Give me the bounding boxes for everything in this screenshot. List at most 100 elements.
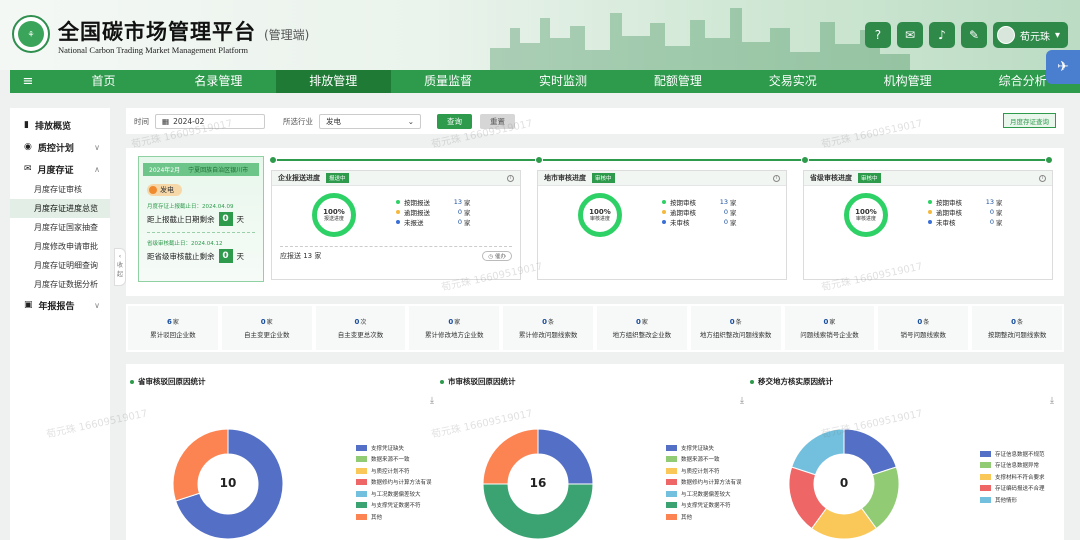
stat-card: 6家 累计驳回企业数 — [128, 306, 218, 350]
stat-unit: 条 — [1017, 319, 1024, 326]
legend-swatch — [980, 462, 991, 469]
sidebar-group-qc[interactable]: ◉ 质控计划 ∨ — [10, 136, 110, 158]
chart-legend: 存证信息数据不规范 存证信息数据异常 支撑材料不符合要求 存证编码报送不合理其他情形 — [980, 448, 1045, 506]
legend-item[interactable]: 支撑凭证缺失 — [356, 442, 432, 454]
legend-row: 未审核 0 家 — [662, 217, 742, 227]
title-dot-icon — [750, 379, 754, 384]
app-title-en: National Carbon Trading Market Managemen… — [58, 45, 249, 55]
legend-swatch — [666, 444, 677, 451]
legend-swatch — [980, 496, 991, 503]
legend-item[interactable]: 其他 — [666, 511, 742, 523]
legend-unit: 家 — [730, 209, 737, 217]
stat-unit: 条 — [548, 319, 555, 326]
sidebar-group-overview[interactable]: ▮ 排放概览 — [10, 114, 110, 136]
sidebar-group-label: 质控计划 — [37, 143, 74, 154]
header: ⚘ 全国碳市场管理平台 (管理端) National Carbon Tradin… — [0, 0, 1080, 70]
industry-select[interactable]: 发电 ⌄ — [319, 113, 421, 129]
download-icon[interactable]: ⤓ — [1050, 396, 1054, 406]
legend-item[interactable]: 支撑凭证缺失 — [666, 442, 742, 454]
legend-item[interactable]: 与质控计划不符 — [666, 465, 742, 477]
stat-number: 0 — [729, 318, 735, 326]
nav-item-institution[interactable]: 机构管理 — [850, 70, 965, 93]
stat-card: 0家 地方组织整改企业数 — [596, 306, 687, 350]
sidebar-item-modify-approval[interactable]: 月度修改申请审批 — [10, 237, 110, 256]
sidebar-group-annual[interactable]: ▣ 年报报告 ∨ — [10, 294, 110, 316]
legend-swatch — [980, 450, 991, 457]
legend-label: 数据修约与计算方法有误 — [681, 480, 742, 487]
sidebar-group-monthly[interactable]: ✉ 月度存证 ∧ — [10, 158, 110, 180]
info-icon[interactable]: i — [773, 174, 780, 182]
urge-button[interactable]: ◷ 催办 — [482, 251, 512, 261]
legend-item[interactable]: 与支撑凭证数据不符 — [666, 500, 742, 512]
legend-item[interactable]: 其他情形 — [980, 494, 1045, 506]
legend-dot — [396, 220, 400, 224]
time-label: 时间 — [134, 116, 149, 126]
legend-label: 其他情形 — [995, 497, 1018, 504]
user-menu[interactable]: 荀元珠 ▾ — [992, 22, 1068, 48]
edit-icon[interactable]: ✎ — [960, 22, 987, 48]
sidebar-item-detail-query[interactable]: 月度存证明细查询 — [10, 256, 110, 275]
status-badge: 审核中 — [592, 173, 615, 183]
stat-number: 0 — [917, 318, 923, 326]
legend-label: 与质控计划不符 — [371, 468, 410, 475]
timeline-node — [269, 156, 277, 164]
legend-row: 按期报送 13 家 — [396, 197, 476, 207]
download-icon[interactable]: ⤓ — [430, 396, 434, 406]
progress-panel: 2024年2月 宁夏回族自治区银川市 发电 月度存证上报截止日：2024.04.… — [126, 148, 1064, 296]
legend-item[interactable]: 与质控计划不符 — [356, 465, 432, 477]
reset-button[interactable]: 重置 — [480, 113, 515, 129]
timeline-node — [801, 156, 809, 164]
sidebar-item-progress[interactable]: 月度存证进度总览 — [10, 199, 110, 218]
nav-item-quota[interactable]: 配额管理 — [620, 70, 735, 93]
legend-item[interactable]: 数据来源不一致 — [356, 454, 432, 466]
nav-item-directory[interactable]: 名录管理 — [161, 70, 276, 93]
legend-item[interactable]: 支撑材料不符合要求 — [980, 471, 1045, 483]
stat-number: 6 — [166, 318, 172, 326]
floating-assistant-icon[interactable]: ✈ — [1046, 50, 1080, 84]
sidebar-item-audit[interactable]: 月度存证审核 — [10, 180, 110, 199]
stat-value: 0家 — [261, 317, 273, 326]
legend-item[interactable]: 与支撑凭证数据不符 — [356, 500, 432, 512]
info-icon[interactable]: i — [507, 174, 514, 182]
legend-item[interactable]: 数据来源不一致 — [666, 454, 742, 466]
legend-item[interactable]: 其他 — [356, 511, 432, 523]
monthly-query-button[interactable]: 月度存证查询 — [1003, 113, 1056, 128]
stage-header: 省级审核进度 审核中 i — [804, 171, 1052, 186]
legend-value: 0 — [723, 218, 728, 226]
stat-value: 0条 — [917, 317, 929, 326]
nav-item-home[interactable]: 首页 — [46, 70, 161, 93]
legend-item[interactable]: 与工况数据偏差较大 — [356, 488, 432, 500]
sidebar-item-spot-check[interactable]: 月度存证国家抽查 — [10, 218, 110, 237]
sidebar-item-analysis[interactable]: 月度存证数据分析 — [10, 275, 110, 294]
legend-dot — [928, 220, 932, 224]
query-button[interactable]: 查询 — [437, 113, 472, 129]
stat-value: 0条 — [542, 317, 554, 326]
chevron-down-icon: ∨ — [94, 142, 100, 152]
legend-item[interactable]: 存证信息数据不规范 — [980, 448, 1045, 460]
nav-item-emission[interactable]: 排放管理 — [275, 70, 391, 93]
legend-item[interactable]: 与工况数据偏差较大 — [666, 488, 742, 500]
stat-card: 0家 累计修改地方企业数 — [409, 306, 500, 350]
stat-number: 0 — [635, 318, 641, 326]
legend-item[interactable]: 存证信息数据异常 — [980, 460, 1045, 472]
chevron-up-icon: ∧ — [94, 164, 100, 174]
required-count: 应报送 13 家 — [280, 252, 322, 260]
stage-legend: 按期审核 13 家 逾期审核 0 家 未审核 0 家 — [662, 197, 742, 227]
stat-value: 0条 — [730, 317, 742, 326]
help-icon[interactable]: ? — [864, 22, 891, 48]
message-icon[interactable]: ✉ — [896, 22, 923, 48]
download-icon[interactable]: ⤓ — [740, 396, 744, 406]
nav-item-quality[interactable]: 质量监督 — [391, 70, 506, 93]
bell-icon[interactable]: ♪ — [928, 22, 955, 48]
menu-icon[interactable]: ≡ — [10, 74, 46, 89]
legend-item[interactable]: 存证编码报送不合理 — [980, 483, 1045, 495]
legend-dot — [928, 200, 932, 204]
nav-item-monitor[interactable]: 实时监测 — [506, 70, 621, 93]
sidebar-collapse-toggle[interactable]: ‹ 收起 — [114, 248, 126, 286]
legend-item[interactable]: 数据修约与计算方法有误 — [356, 477, 432, 489]
month-picker[interactable]: ▦ 2024-02 — [155, 113, 265, 129]
legend-item[interactable]: 数据修约与计算方法有误 — [666, 477, 742, 489]
info-icon[interactable]: i — [1039, 174, 1046, 182]
stat-card: 0条 销号问题线索数 — [878, 306, 969, 350]
nav-item-trading[interactable]: 交易实况 — [735, 70, 850, 93]
